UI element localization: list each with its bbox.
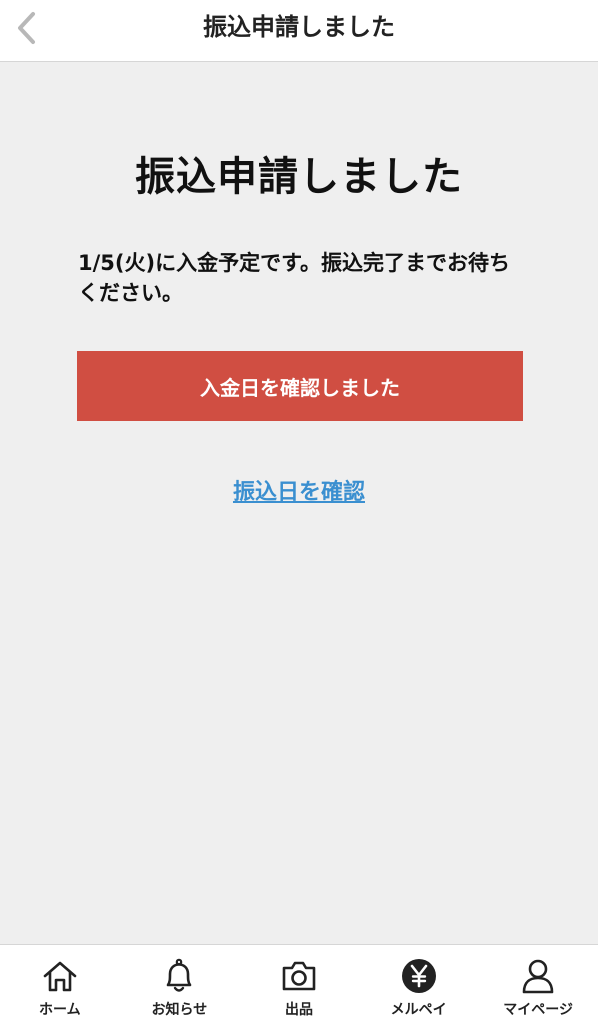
navigation-bar: 振込申請しました — [0, 0, 598, 62]
tab-label-mypage: マイページ — [503, 1002, 574, 1018]
page-title: 振込申請しました — [135, 154, 463, 200]
tab-label-home: ホーム — [39, 1002, 81, 1018]
yen-icon — [400, 957, 438, 995]
tab-label-merpay: メルペイ — [390, 1002, 447, 1018]
tab-sell[interactable]: 出品 — [239, 945, 359, 1024]
person-icon — [519, 957, 557, 995]
confirm-deposit-date-button[interactable]: 入金日を確認しました — [77, 351, 523, 421]
tab-bar: ホーム お知らせ 出品 メルペイ マイページ — [0, 944, 598, 1024]
tab-label-sell: 出品 — [284, 1002, 313, 1018]
tab-merpay[interactable]: メルペイ — [359, 945, 479, 1024]
home-icon — [41, 957, 79, 995]
check-transfer-date-link[interactable]: 振込日を確認 — [0, 474, 598, 506]
deposit-message: 1/5(火)に入金予定です。振込完了までお待ちください。 — [78, 251, 510, 305]
tab-label-notifications: お知らせ — [151, 1002, 208, 1018]
camera-icon — [280, 957, 318, 995]
tab-notifications[interactable]: お知らせ — [120, 945, 240, 1024]
bell-icon — [160, 957, 198, 995]
tab-home[interactable]: ホーム — [0, 945, 120, 1024]
nav-title: 振込申請しました — [203, 13, 395, 41]
tab-mypage[interactable]: マイページ — [478, 945, 598, 1024]
